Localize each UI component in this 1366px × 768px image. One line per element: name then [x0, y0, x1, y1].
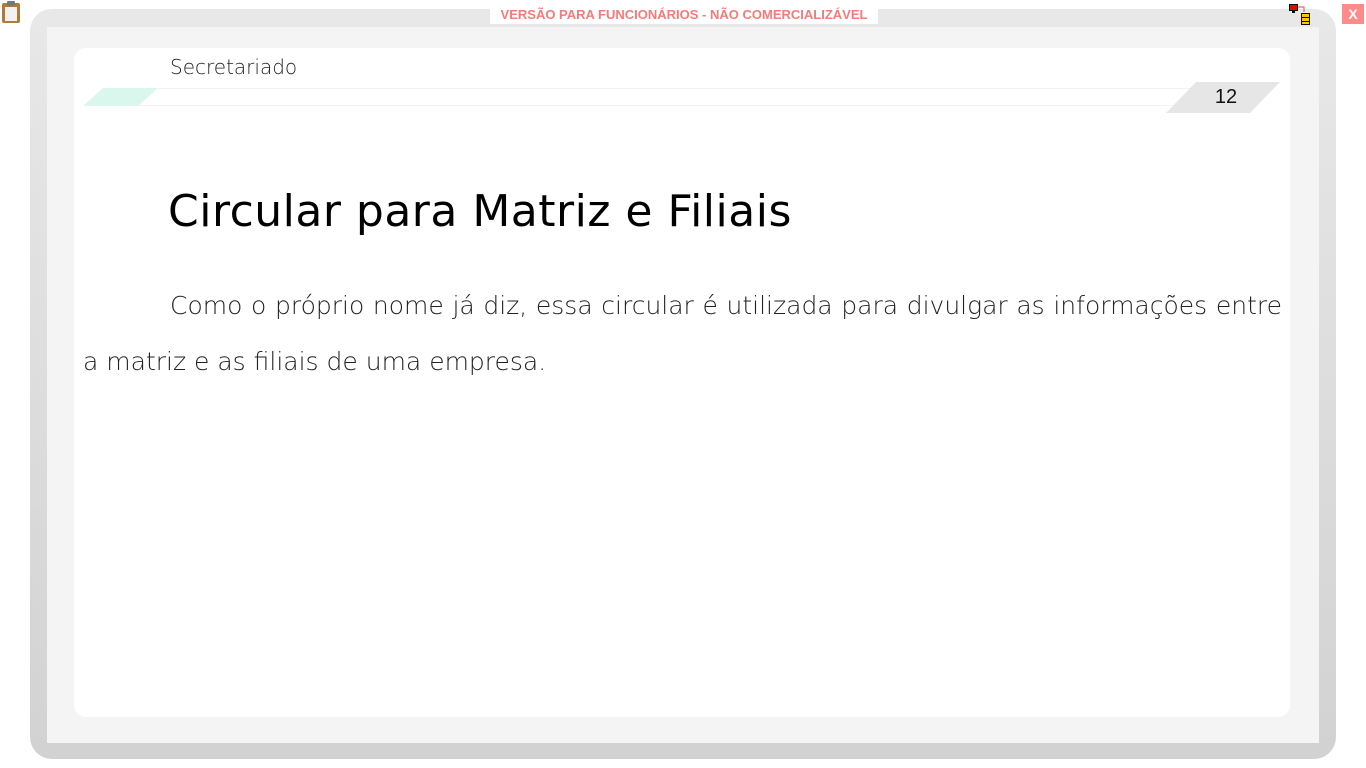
clipboard-icon[interactable]	[2, 1, 20, 23]
body-paragraph: Como o próprio nome já diz, essa circula…	[83, 291, 1282, 376]
close-button[interactable]: X	[1342, 4, 1364, 24]
page-number: 12	[1214, 86, 1238, 108]
page-number-badge: 12	[1166, 82, 1280, 113]
section-title: Secretariado	[170, 55, 298, 79]
header-bar	[84, 88, 1194, 106]
network-icon[interactable]	[1289, 4, 1313, 26]
version-banner: VERSÃO PARA FUNCIONÁRIOS - NÃO COMERCIAL…	[490, 6, 878, 24]
page-title: Circular para Matriz e Filiais	[168, 186, 792, 237]
